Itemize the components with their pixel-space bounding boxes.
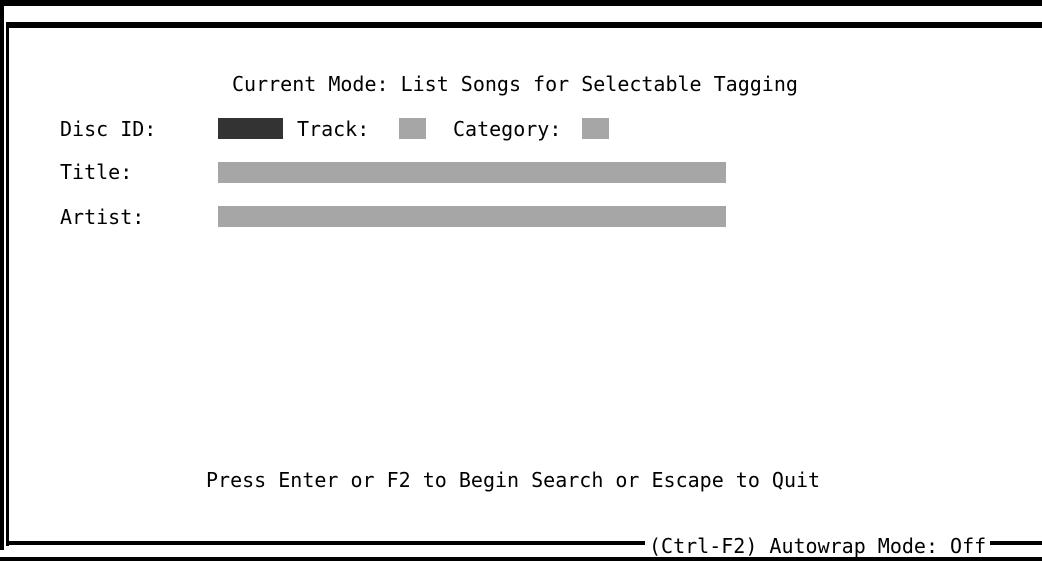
frame-top-inner-border	[7, 22, 1042, 28]
category-label: Category:	[453, 117, 562, 141]
frame-left-border	[0, 0, 4, 561]
track-label: Track:	[297, 117, 370, 141]
terminal-screen: Current Mode: List Songs for Selectable …	[0, 0, 1042, 561]
artist-label: Artist:	[60, 205, 145, 229]
disc-id-field[interactable]	[218, 118, 283, 139]
disc-id-label: Disc ID:	[60, 117, 157, 141]
track-field[interactable]	[399, 118, 426, 139]
autowrap-status[interactable]: (Ctrl-F2) Autowrap Mode: Off	[649, 534, 986, 558]
search-prompt: Press Enter or F2 to Begin Search or Esc…	[206, 468, 821, 492]
status-bar: (Ctrl-F2) Autowrap Mode: Off	[645, 534, 991, 558]
title-label: Title:	[60, 160, 133, 184]
title-field[interactable]	[218, 162, 726, 183]
frame-left-inner-border	[6, 22, 9, 546]
current-mode-heading: Current Mode: List Songs for Selectable …	[232, 72, 798, 96]
artist-field[interactable]	[218, 206, 726, 227]
category-field[interactable]	[582, 118, 609, 139]
